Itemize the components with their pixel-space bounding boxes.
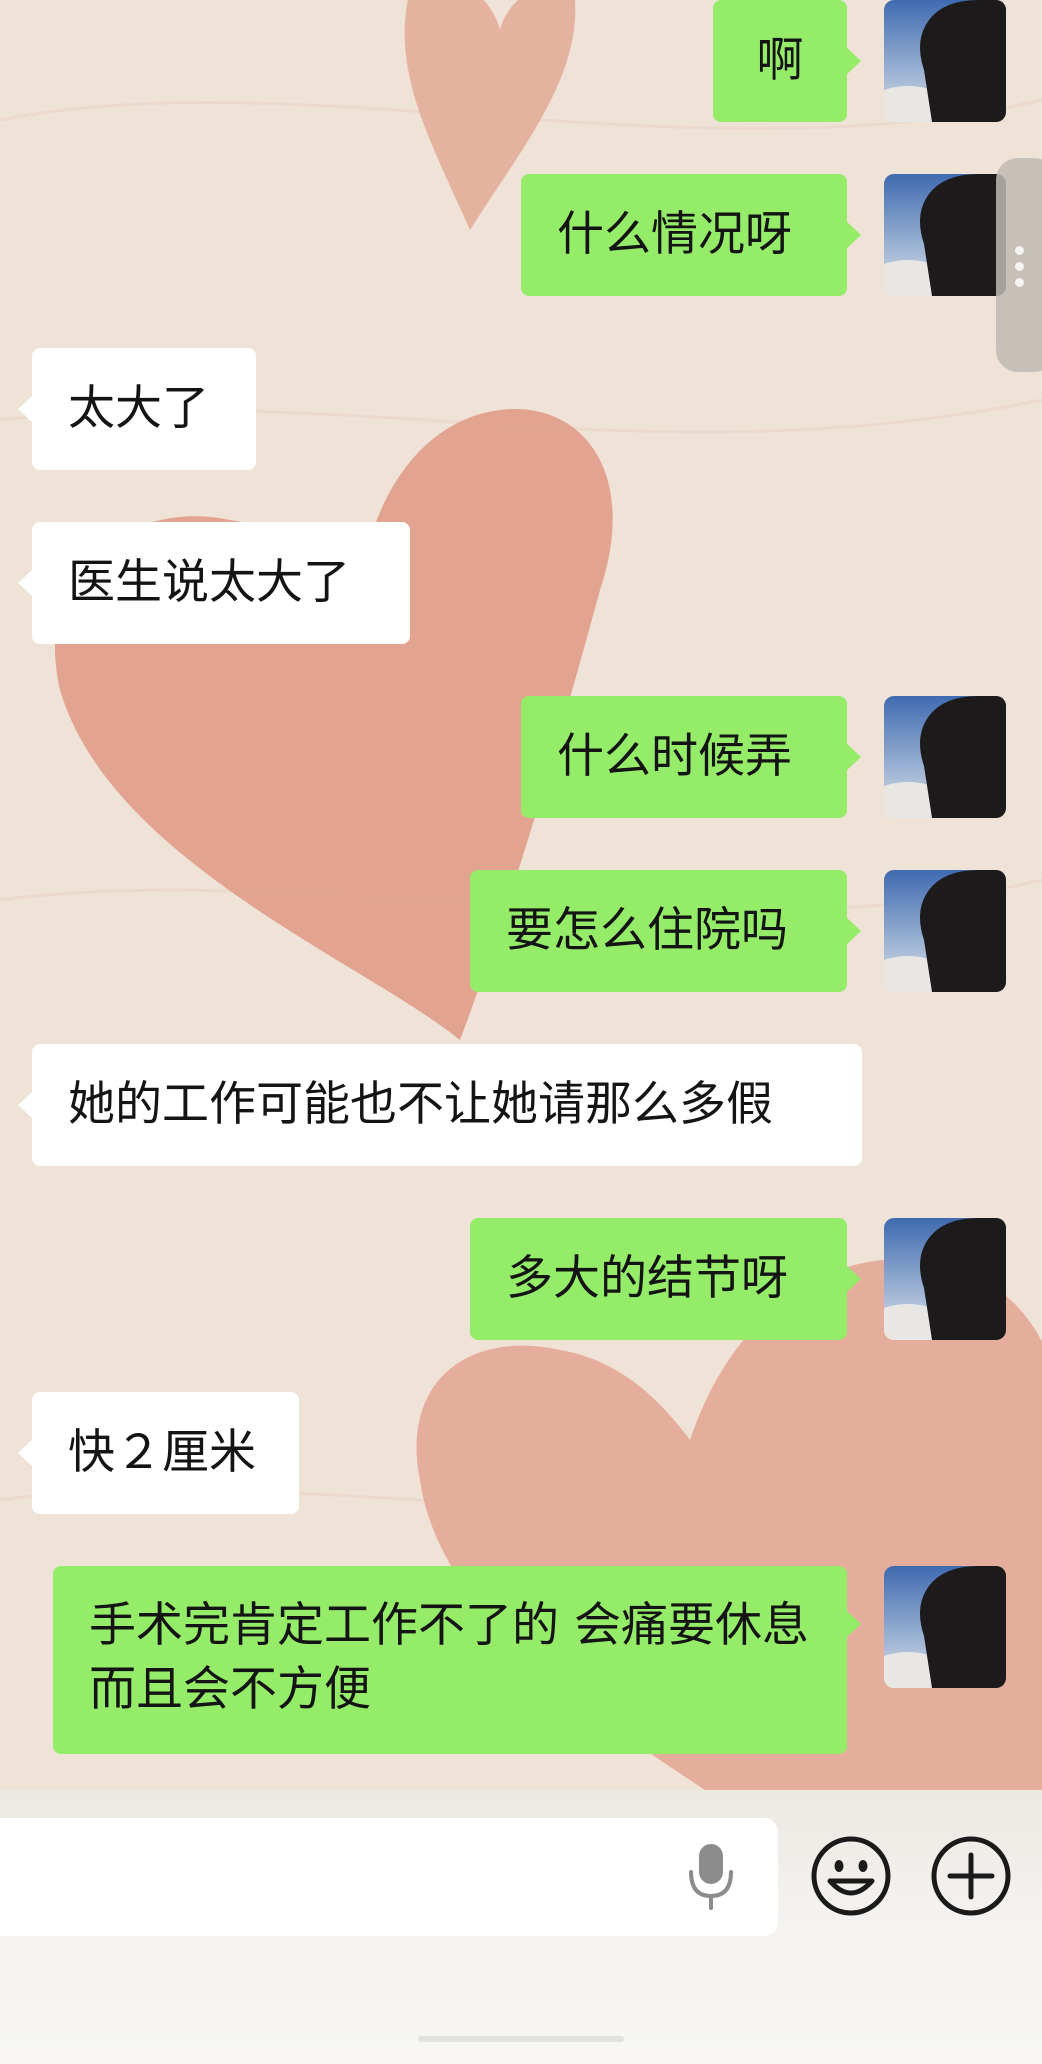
handle-dot — [1015, 278, 1024, 287]
chat-input-bar — [0, 1790, 1042, 2064]
message-bubble-outgoing[interactable]: 手术完肯定工作不了的 会痛要休息而且会不方便 — [53, 1566, 861, 1754]
handle-dot — [1015, 262, 1024, 271]
home-indicator[interactable] — [418, 2036, 624, 2042]
message-bubble-outgoing[interactable]: 啊 — [713, 0, 861, 122]
avatar-self[interactable] — [884, 1566, 1006, 1688]
handle-dot — [1015, 246, 1024, 255]
message-input-field[interactable] — [0, 1818, 778, 1936]
message-bubble-incoming[interactable]: 快２厘米 — [18, 1392, 299, 1514]
message-bubble-outgoing[interactable]: 多大的结节呀 — [470, 1218, 861, 1340]
plus-circle-icon[interactable] — [930, 1835, 1012, 1917]
avatar-self[interactable] — [884, 696, 1006, 818]
avatar-self[interactable] — [884, 1218, 1006, 1340]
chat-message-list[interactable]: 啊 什么情况呀 太大了 医生说太大了 什么时候弄 要怎么住院吗 她的工作可能也不… — [0, 0, 1042, 1790]
avatar-self[interactable] — [884, 870, 1006, 992]
microphone-icon[interactable] — [686, 1840, 736, 1912]
message-bubble-incoming[interactable]: 医生说太大了 — [18, 522, 410, 644]
avatar-self[interactable] — [884, 0, 1006, 122]
message-bubble-incoming[interactable]: 太大了 — [18, 348, 256, 470]
avatar-self[interactable] — [884, 174, 1006, 296]
message-bubble-outgoing[interactable]: 要怎么住院吗 — [470, 870, 861, 992]
floating-side-handle[interactable] — [996, 158, 1042, 372]
message-bubble-incoming[interactable]: 她的工作可能也不让她请那么多假 — [18, 1044, 862, 1166]
emoji-smiley-icon[interactable] — [810, 1835, 892, 1917]
message-bubble-outgoing[interactable]: 什么情况呀 — [521, 174, 861, 296]
message-bubble-outgoing[interactable]: 什么时候弄 — [521, 696, 861, 818]
